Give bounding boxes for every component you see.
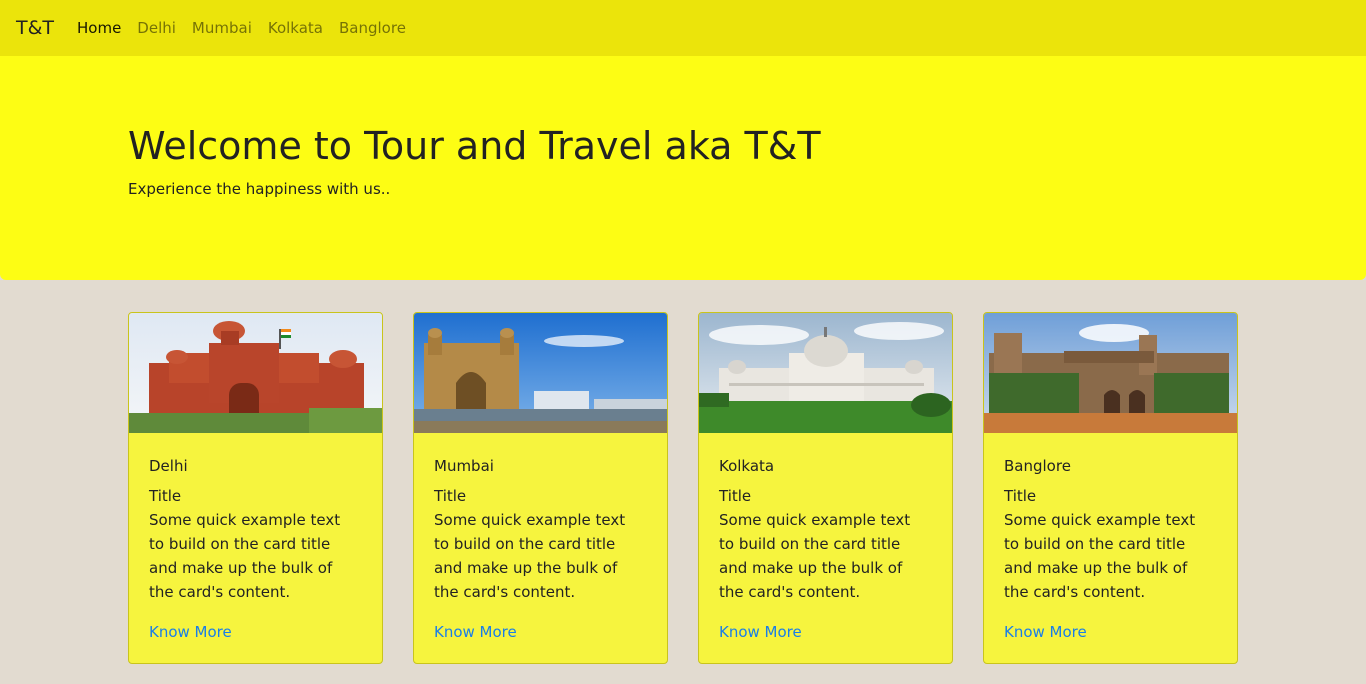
city-card-mumbai: Mumbai Title Some quick example text to … [413, 312, 668, 664]
know-more-link[interactable]: Know More [149, 622, 232, 642]
red-fort-photo [129, 313, 382, 433]
card-text: Some quick example text to build on the … [719, 511, 911, 601]
nav-links: Home Delhi Mumbai Kolkata Banglore [77, 18, 422, 38]
bangalore-palace-photo [984, 313, 1237, 433]
card-text: Some quick example text to build on the … [1004, 511, 1196, 601]
nav-link-delhi[interactable]: Delhi [137, 18, 176, 38]
city-card-kolkata: Kolkata Title Some quick example text to… [698, 312, 953, 664]
nav-link-banglore[interactable]: Banglore [339, 18, 406, 38]
hero-title: Welcome to Tour and Travel aka T&T [128, 124, 821, 168]
hero-banner: Welcome to Tour and Travel aka T&T Exper… [0, 56, 1366, 280]
city-card-delhi: Delhi Title Some quick example text to b… [128, 312, 383, 664]
card-title: Title [434, 487, 467, 505]
card-text: Some quick example text to build on the … [434, 511, 626, 601]
nav-link-mumbai[interactable]: Mumbai [192, 18, 252, 38]
card-title: Title [719, 487, 752, 505]
navbar: T&T Home Delhi Mumbai Kolkata Banglore [0, 0, 1366, 56]
nav-link-home[interactable]: Home [77, 18, 121, 38]
hero-subtitle: Experience the happiness with us.. [128, 180, 391, 198]
card-city: Mumbai [434, 457, 494, 475]
know-more-link[interactable]: Know More [434, 622, 517, 642]
nav-link-kolkata[interactable]: Kolkata [268, 18, 323, 38]
gateway-of-india-photo [414, 313, 667, 433]
card-city: Kolkata [719, 457, 775, 475]
brand-logo[interactable]: T&T [16, 16, 54, 40]
card-title: Title [149, 487, 182, 505]
victoria-memorial-photo [699, 313, 952, 433]
card-title: Title [1004, 487, 1037, 505]
card-text: Some quick example text to build on the … [149, 511, 341, 601]
know-more-link[interactable]: Know More [1004, 622, 1087, 642]
card-city: Banglore [1004, 457, 1071, 475]
city-card-banglore: Banglore Title Some quick example text t… [983, 312, 1238, 664]
card-city: Delhi [149, 457, 188, 475]
know-more-link[interactable]: Know More [719, 622, 802, 642]
